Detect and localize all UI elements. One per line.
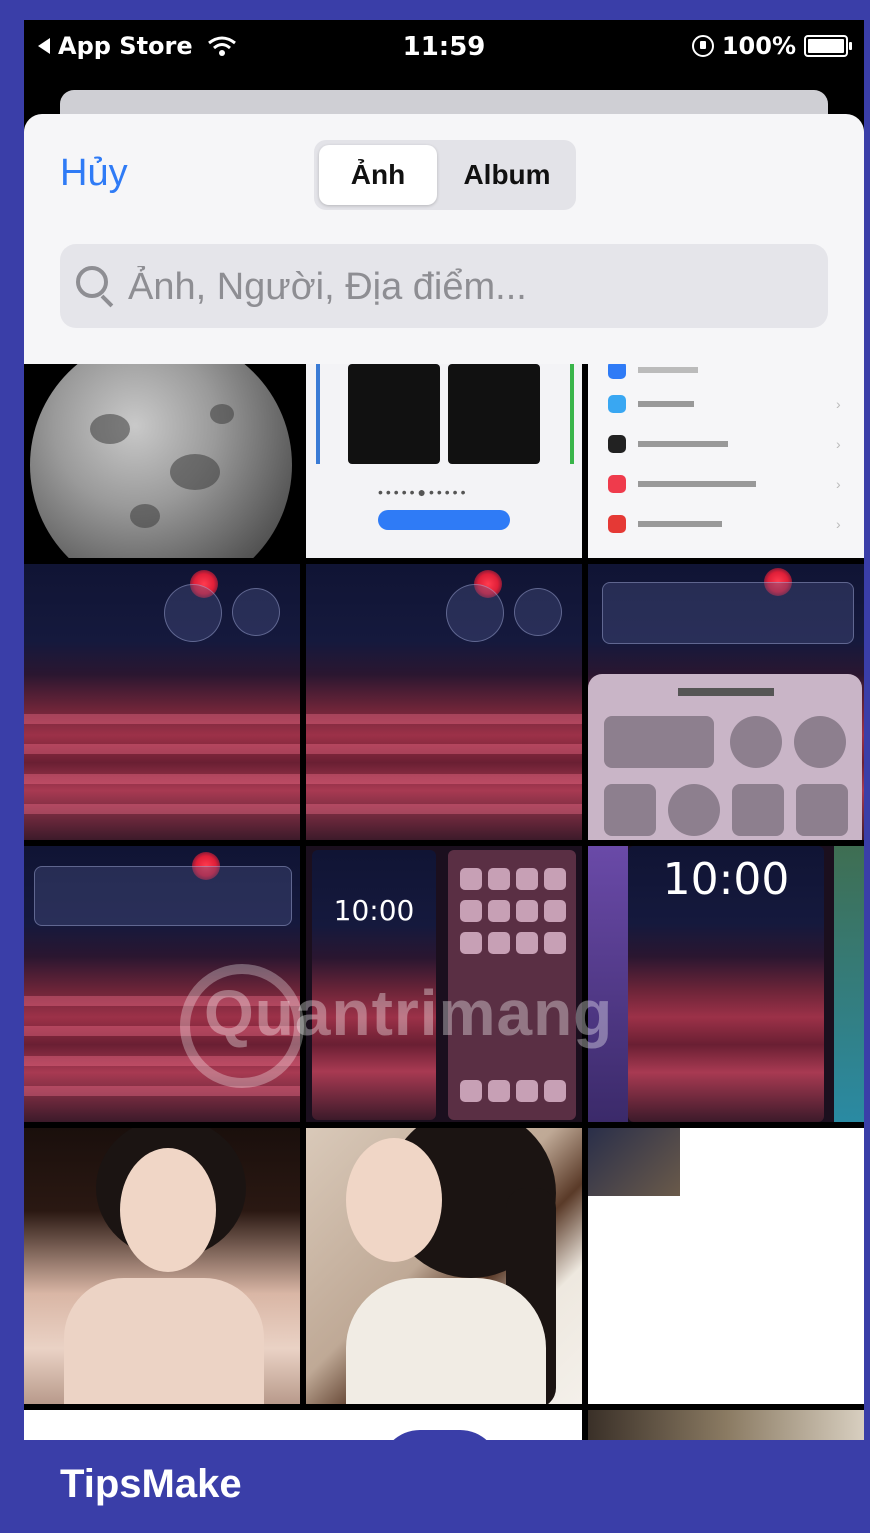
moon-image	[30, 364, 292, 558]
photo-settings-screenshot[interactable]: › › › ›	[588, 364, 864, 558]
search-input[interactable]	[126, 244, 820, 330]
lockscreen-clock-small: 10:00	[333, 894, 415, 927]
photo-partial-row-left	[24, 1410, 582, 1440]
tab-albums[interactable]: Album	[442, 145, 572, 205]
tab-photos[interactable]: Ảnh	[319, 145, 437, 205]
photo-partial[interactable]	[588, 1128, 864, 1404]
brand-label: TipsMake	[60, 1462, 242, 1506]
orientation-lock-icon	[691, 35, 714, 57]
photo-portrait-1[interactable]	[24, 1128, 300, 1404]
status-right: 100%	[691, 32, 852, 60]
photo-portrait-2[interactable]	[306, 1128, 582, 1404]
photo-partial-row-right	[588, 1410, 864, 1440]
search-bar[interactable]	[60, 244, 828, 330]
photo-picker-header: Hủy Ảnh Album	[24, 114, 864, 364]
watermark-text: Quantrimang	[204, 977, 614, 1049]
cancel-button[interactable]: Hủy	[60, 152, 128, 195]
status-bar: App Store 11:59 100%	[24, 20, 864, 80]
phone-screen: App Store 11:59 100% Hủy Ảnh Album Ảnh, …	[24, 20, 864, 1440]
photo-moon[interactable]	[24, 364, 300, 558]
photo-wallpaper-screenshot[interactable]: •••••●•••••	[306, 364, 582, 558]
add-wallpaper-pill	[378, 510, 510, 530]
lockscreen-clock: 10:00	[662, 854, 790, 905]
page-dots: •••••●•••••	[378, 484, 469, 500]
photo-street-2[interactable]	[306, 564, 582, 840]
photo-street-1[interactable]	[24, 564, 300, 840]
battery-icon	[804, 35, 852, 57]
photo-add-widget[interactable]	[588, 564, 864, 840]
battery-percent: 100%	[721, 32, 796, 60]
photo-lockscreen[interactable]: 10:00	[588, 846, 864, 1122]
add-widget-panel	[588, 674, 862, 840]
search-icon	[76, 266, 108, 298]
segmented-control: Ảnh Album	[314, 140, 576, 210]
